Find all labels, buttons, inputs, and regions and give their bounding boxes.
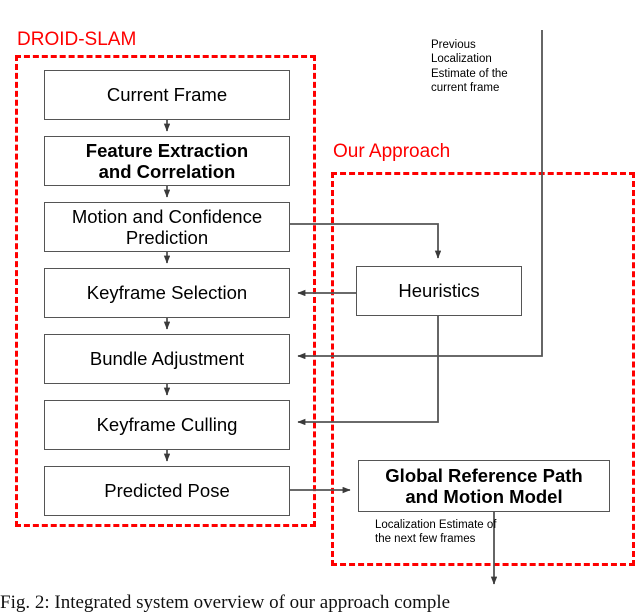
annotation-previous-localization: Previous Localization Estimate of the cu… bbox=[431, 39, 508, 95]
group-label-droid-slam: DROID-SLAM bbox=[17, 29, 137, 50]
figure-caption: Fig. 2: Integrated system overview of ou… bbox=[0, 592, 451, 613]
group-label-our-approach: Our Approach bbox=[333, 141, 451, 162]
node-keyframe-selection[interactable]: Keyframe Selection bbox=[44, 268, 290, 318]
annotation-localization-estimate: Localization Estimate of the next few fr… bbox=[375, 519, 497, 546]
node-keyframe-culling[interactable]: Keyframe Culling bbox=[44, 400, 290, 450]
node-predicted-pose[interactable]: Predicted Pose bbox=[44, 466, 290, 516]
node-bundle-adjustment[interactable]: Bundle Adjustment bbox=[44, 334, 290, 384]
node-heuristics[interactable]: Heuristics bbox=[356, 266, 522, 316]
node-feature-extraction[interactable]: Feature Extraction and Correlation bbox=[44, 136, 290, 186]
node-global-reference-path[interactable]: Global Reference Path and Motion Model bbox=[358, 460, 610, 512]
node-motion-confidence[interactable]: Motion and Confidence Prediction bbox=[44, 202, 290, 252]
figure-container: DROID-SLAM Our Approach Current Frame Fe… bbox=[0, 0, 640, 615]
node-current-frame[interactable]: Current Frame bbox=[44, 70, 290, 120]
